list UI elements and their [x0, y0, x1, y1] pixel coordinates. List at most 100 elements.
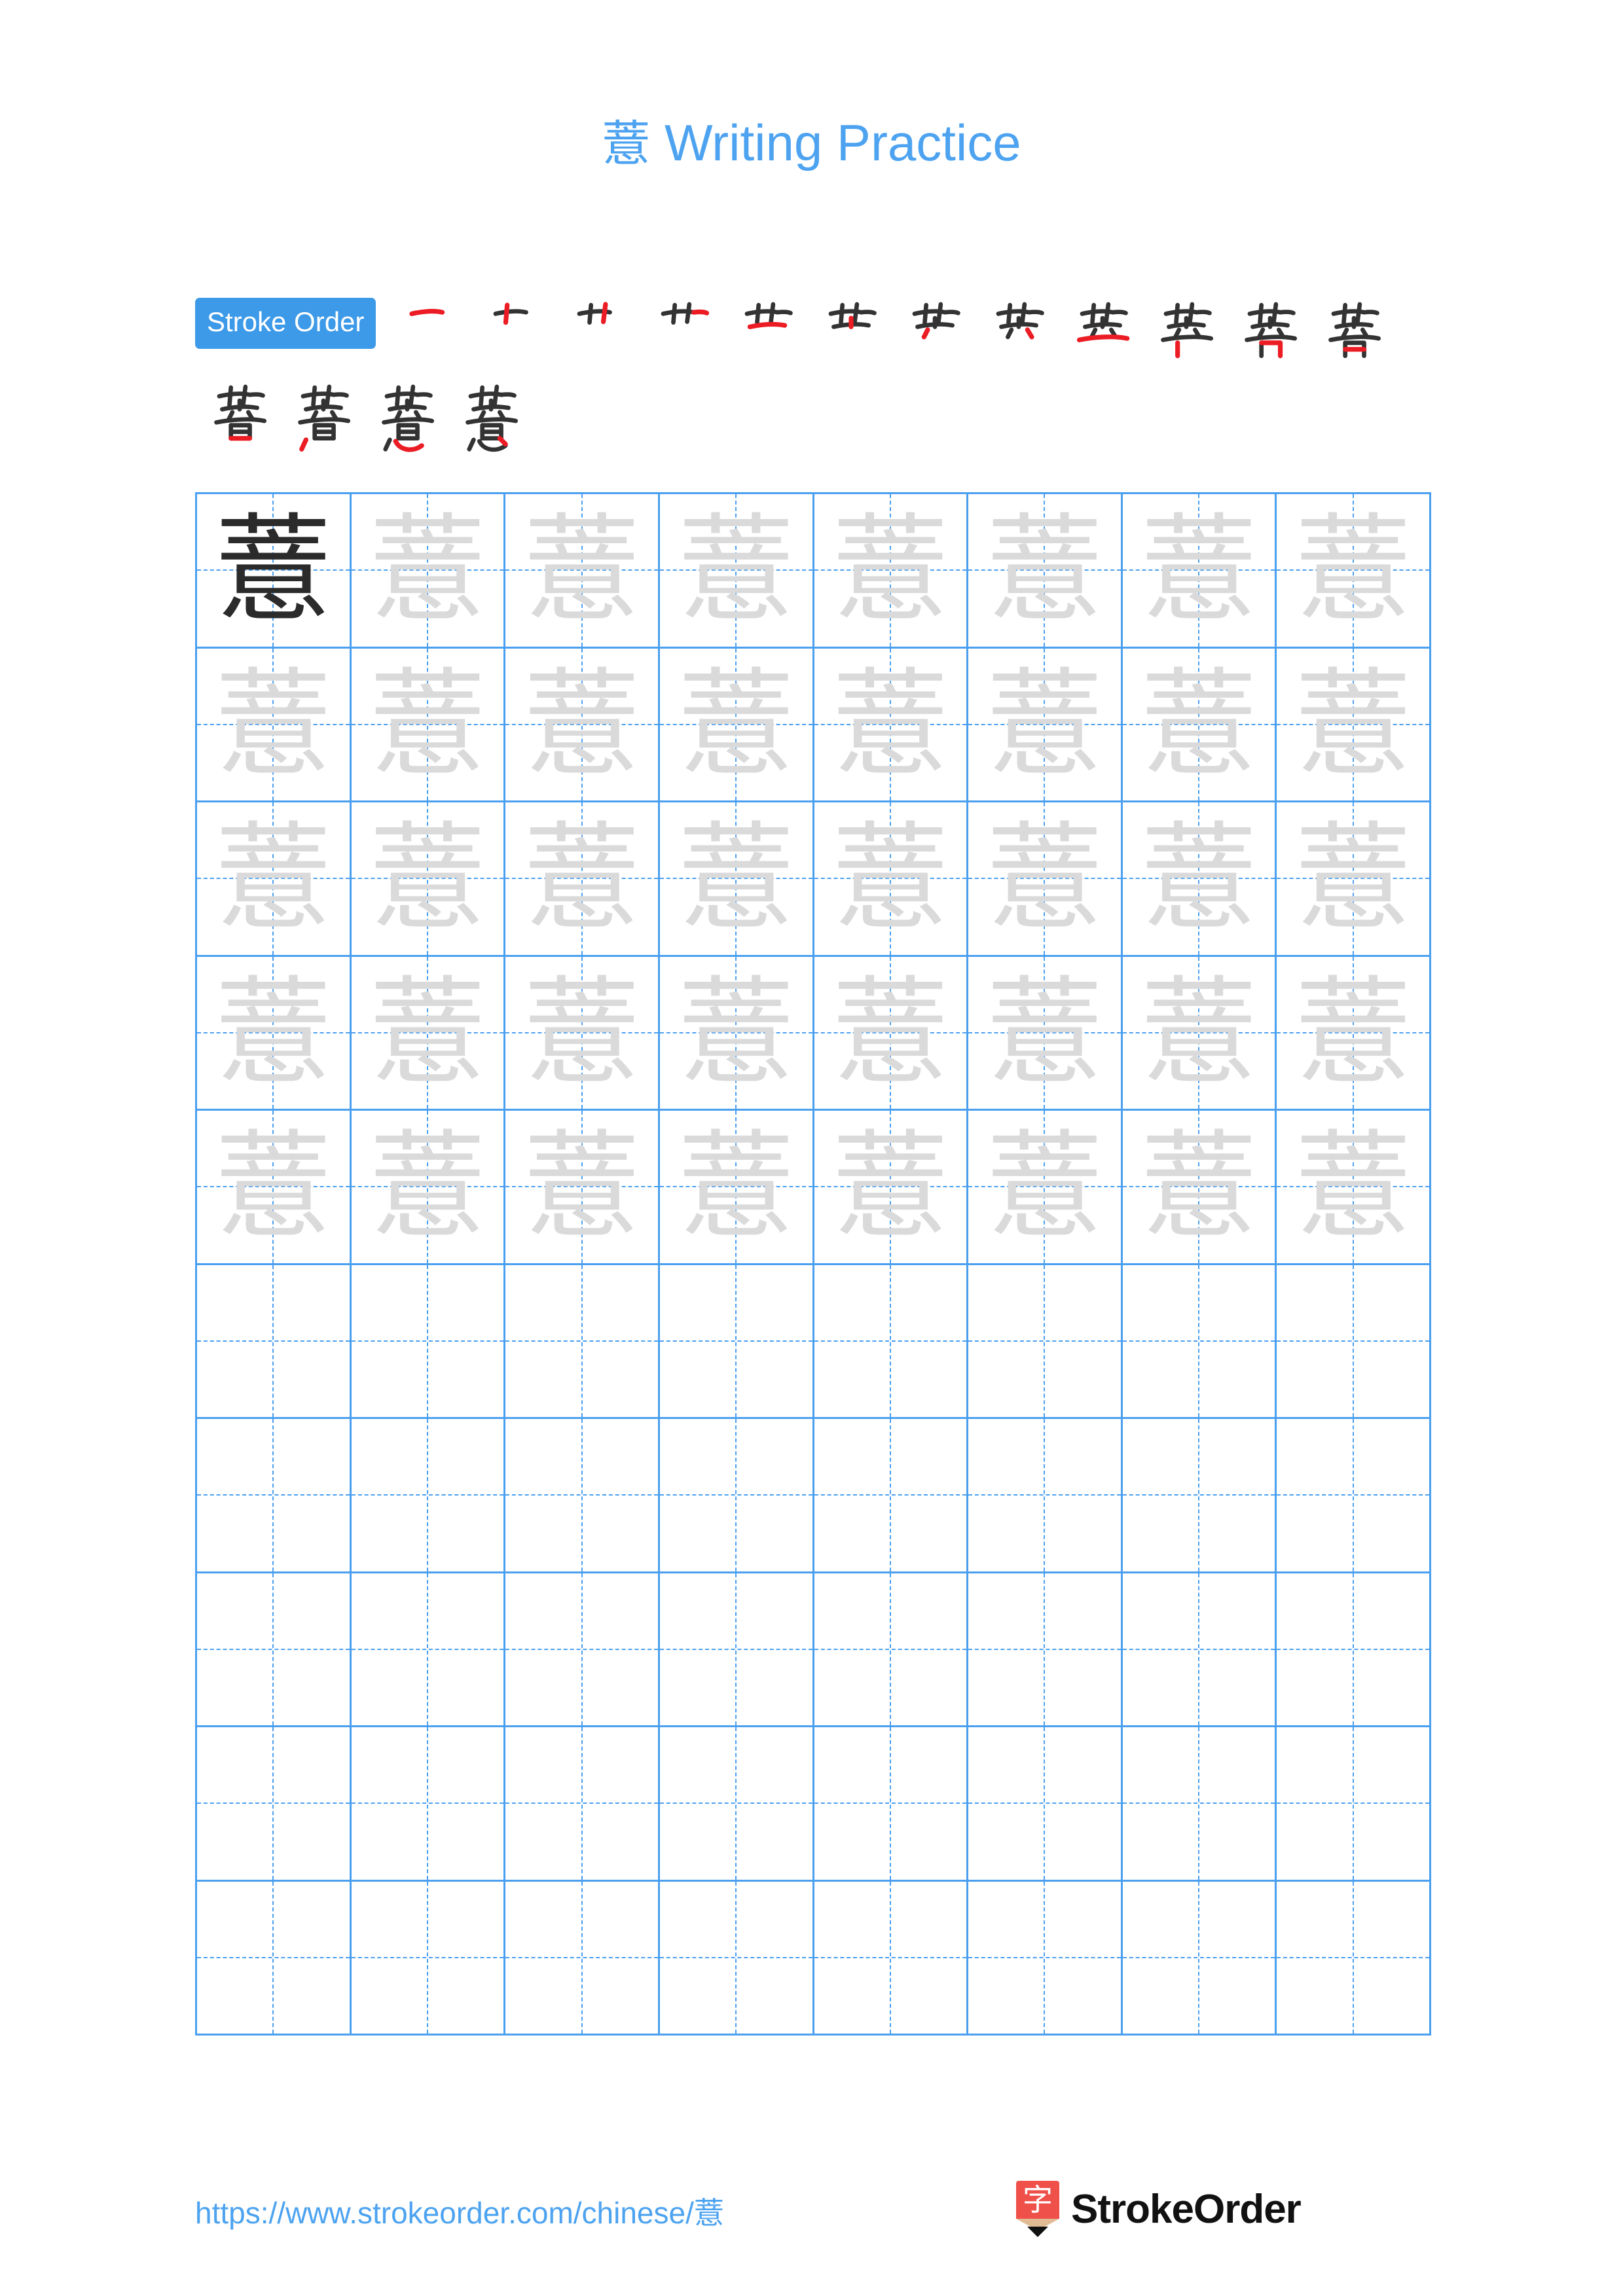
stroke-step-10	[1144, 298, 1228, 378]
practice-cell-r3-c3[interactable]: 薏	[505, 802, 660, 957]
stroke-step-7	[893, 298, 977, 378]
practice-cell-r1-c1[interactable]: 薏	[197, 494, 352, 649]
practice-cell-r8-c3[interactable]	[505, 1573, 660, 1727]
practice-cell-r6-c6[interactable]	[968, 1265, 1123, 1419]
practice-cell-r5-c3[interactable]: 薏	[505, 1111, 660, 1265]
pencil-tip-shape	[1027, 2227, 1048, 2237]
footer-brand: 字 StrokeOrder	[1016, 2179, 1302, 2238]
practice-cell-r1-c2[interactable]: 薏	[351, 494, 506, 649]
practice-cell-r9-c7[interactable]	[1122, 1727, 1277, 1882]
practice-cell-r4-c6[interactable]: 薏	[968, 956, 1123, 1111]
stroke-step-3	[558, 298, 642, 378]
practice-cell-r9-c2[interactable]	[351, 1727, 506, 1882]
practice-cell-r8-c4[interactable]	[659, 1573, 814, 1727]
stroke-step-list-row-2	[198, 380, 533, 460]
practice-cell-r4-c2[interactable]: 薏	[351, 956, 506, 1111]
practice-cell-r9-c3[interactable]	[505, 1727, 660, 1882]
practice-cell-r7-c8[interactable]	[1277, 1419, 1431, 1573]
stroke-step-16	[449, 380, 533, 460]
practice-cell-r2-c5[interactable]: 薏	[814, 648, 969, 802]
practice-cell-r9-c5[interactable]	[814, 1727, 969, 1882]
practice-cell-r5-c5[interactable]: 薏	[814, 1111, 969, 1265]
practice-cell-r7-c6[interactable]	[968, 1419, 1123, 1573]
practice-cell-r6-c7[interactable]	[1122, 1265, 1277, 1419]
trace-character: 薏	[1140, 502, 1258, 638]
page-title-character: 薏	[602, 116, 651, 172]
practice-cell-r9-c4[interactable]	[659, 1727, 814, 1882]
practice-cell-r3-c1[interactable]: 薏	[197, 802, 352, 957]
practice-cell-r2-c8[interactable]: 薏	[1277, 648, 1431, 802]
practice-cell-r10-c2[interactable]	[351, 1881, 506, 2036]
practice-cell-r10-c8[interactable]	[1277, 1881, 1431, 2036]
practice-cell-r8-c1[interactable]	[197, 1573, 352, 1727]
trace-character: 薏	[1140, 1119, 1258, 1255]
practice-cell-r2-c4[interactable]: 薏	[659, 648, 814, 802]
trace-character: 薏	[1294, 810, 1412, 946]
practice-cell-r3-c7[interactable]: 薏	[1122, 802, 1277, 957]
practice-cell-r6-c2[interactable]	[351, 1265, 506, 1419]
practice-cell-r8-c5[interactable]	[814, 1573, 969, 1727]
practice-cell-r1-c8[interactable]: 薏	[1277, 494, 1431, 649]
practice-cell-r4-c8[interactable]: 薏	[1277, 956, 1431, 1111]
practice-cell-r5-c6[interactable]: 薏	[968, 1111, 1123, 1265]
trace-character: 薏	[215, 656, 332, 792]
practice-cell-r3-c8[interactable]: 薏	[1277, 802, 1431, 957]
practice-cell-r4-c1[interactable]: 薏	[197, 956, 352, 1111]
practice-cell-r3-c2[interactable]: 薏	[351, 802, 506, 957]
practice-cell-r6-c8[interactable]	[1277, 1265, 1431, 1419]
practice-cell-r3-c5[interactable]: 薏	[814, 802, 969, 957]
practice-cell-r4-c5[interactable]: 薏	[814, 956, 969, 1111]
practice-cell-r2-c1[interactable]: 薏	[197, 648, 352, 802]
footer-url-link[interactable]: https://www.strokeorder.com/chinese/薏	[195, 2189, 724, 2233]
practice-cell-r8-c2[interactable]	[351, 1573, 506, 1727]
practice-cell-r2-c2[interactable]: 薏	[351, 648, 506, 802]
practice-cell-r10-c6[interactable]	[968, 1881, 1123, 2036]
practice-cell-r5-c8[interactable]: 薏	[1277, 1111, 1431, 1265]
practice-cell-r5-c1[interactable]: 薏	[197, 1111, 352, 1265]
practice-cell-r7-c7[interactable]	[1122, 1419, 1277, 1573]
practice-cell-r5-c4[interactable]: 薏	[659, 1111, 814, 1265]
practice-cell-r7-c4[interactable]	[659, 1419, 814, 1573]
practice-cell-r1-c6[interactable]: 薏	[968, 494, 1123, 649]
practice-cell-r3-c4[interactable]: 薏	[659, 802, 814, 957]
practice-cell-r1-c3[interactable]: 薏	[505, 494, 660, 649]
practice-cell-r9-c6[interactable]	[968, 1727, 1123, 1882]
practice-cell-r2-c3[interactable]: 薏	[505, 648, 660, 802]
trace-character: 薏	[215, 964, 332, 1100]
stroke-step-2	[474, 298, 558, 378]
practice-cell-r10-c4[interactable]	[659, 1881, 814, 2036]
stroke-step-6	[809, 298, 893, 378]
practice-cell-r7-c3[interactable]	[505, 1419, 660, 1573]
trace-character: 薏	[1294, 1119, 1412, 1255]
practice-cell-r9-c1[interactable]	[197, 1727, 352, 1882]
practice-cell-r7-c1[interactable]	[197, 1419, 352, 1573]
practice-cell-r6-c1[interactable]	[197, 1265, 352, 1419]
practice-cell-r8-c6[interactable]	[968, 1573, 1123, 1727]
practice-cell-r10-c3[interactable]	[505, 1881, 660, 2036]
practice-cell-r9-c8[interactable]	[1277, 1727, 1431, 1882]
practice-cell-r8-c8[interactable]	[1277, 1573, 1431, 1727]
practice-cell-r4-c7[interactable]: 薏	[1122, 956, 1277, 1111]
practice-cell-r2-c6[interactable]: 薏	[968, 648, 1123, 802]
practice-cell-r8-c7[interactable]	[1122, 1573, 1277, 1727]
practice-cell-r1-c4[interactable]: 薏	[659, 494, 814, 649]
practice-cell-r10-c7[interactable]	[1122, 1881, 1277, 2036]
practice-cell-r5-c2[interactable]: 薏	[351, 1111, 506, 1265]
practice-cell-r1-c5[interactable]: 薏	[814, 494, 969, 649]
practice-cell-r7-c2[interactable]	[351, 1419, 506, 1573]
practice-cell-r5-c7[interactable]: 薏	[1122, 1111, 1277, 1265]
practice-cell-r4-c3[interactable]: 薏	[505, 956, 660, 1111]
practice-cell-r6-c5[interactable]	[814, 1265, 969, 1419]
practice-cell-r7-c5[interactable]	[814, 1419, 969, 1573]
practice-cell-r10-c1[interactable]	[197, 1881, 352, 2036]
stroke-step-list-row-1	[390, 298, 1396, 378]
practice-grid: 薏薏薏薏薏薏薏薏薏薏薏薏薏薏薏薏薏薏薏薏薏薏薏薏薏薏薏薏薏薏薏薏薏薏薏薏薏薏薏薏	[195, 492, 1431, 2036]
trace-character: 薏	[369, 656, 486, 792]
practice-cell-r4-c4[interactable]: 薏	[659, 956, 814, 1111]
practice-cell-r6-c3[interactable]	[505, 1265, 660, 1419]
practice-cell-r1-c7[interactable]: 薏	[1122, 494, 1277, 649]
practice-cell-r6-c4[interactable]	[659, 1265, 814, 1419]
practice-cell-r3-c6[interactable]: 薏	[968, 802, 1123, 957]
practice-cell-r2-c7[interactable]: 薏	[1122, 648, 1277, 802]
practice-cell-r10-c5[interactable]	[814, 1881, 969, 2036]
